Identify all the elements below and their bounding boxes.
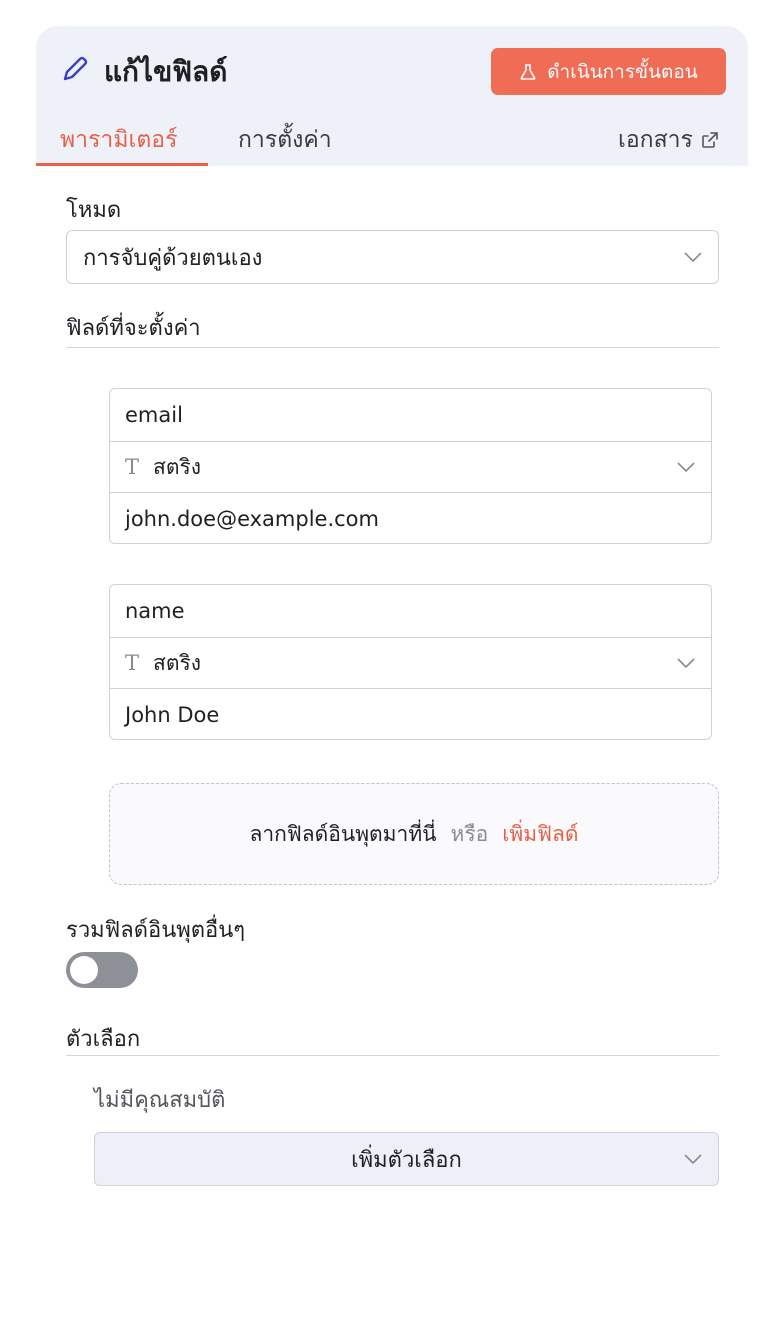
chevron-down-icon <box>677 658 695 668</box>
flask-icon <box>520 63 536 80</box>
execute-step-label: ดำเนินการขั้นตอน <box>547 60 698 83</box>
field-card-email: email T สตริง john.doe@example.com <box>109 388 712 544</box>
dropzone-or: หรือ <box>450 821 489 846</box>
options-label: ตัวเลือก <box>66 1027 141 1052</box>
add-option-select[interactable]: เพิ่มตัวเลือก <box>94 1132 719 1186</box>
text-type-icon: T <box>125 651 140 675</box>
toggle-knob <box>70 956 98 984</box>
add-field-link[interactable]: เพิ่มฟิลด์ <box>502 818 578 851</box>
chevron-down-icon <box>684 252 702 262</box>
execute-step-button[interactable]: ดำเนินการขั้นตอน <box>491 48 726 95</box>
panel-header: แก้ไขฟิลด์ ดำเนินการขั้นตอน พารามิเตอร์ … <box>36 26 748 166</box>
field-type-select[interactable]: T สตริง <box>110 637 711 689</box>
fields-to-set-label: ฟิลด์ที่จะตั้งค่า <box>66 316 201 341</box>
chevron-down-icon <box>684 1154 702 1164</box>
page-title: แก้ไขฟิลด์ <box>104 55 228 88</box>
field-value-input[interactable]: John Doe <box>110 689 711 741</box>
mode-select-value: การจับคู่ด้วยตนเอง <box>83 245 263 271</box>
mode-label: โหมด <box>66 198 122 223</box>
pencil-icon <box>63 56 88 81</box>
tab-docs-label: เอกสาร <box>618 127 693 153</box>
field-name-input[interactable]: name <box>110 585 711 637</box>
external-link-icon <box>702 132 718 148</box>
field-type-value: สตริง <box>153 454 202 479</box>
edit-fields-panel: แก้ไขฟิลด์ ดำเนินการขั้นตอน พารามิเตอร์ … <box>36 26 748 1325</box>
mode-select[interactable]: การจับคู่ด้วยตนเอง <box>66 230 719 284</box>
include-other-fields-toggle[interactable] <box>66 952 138 988</box>
field-dropzone[interactable]: ลากฟิลด์อินพุตมาที่นี่ หรือ เพิ่มฟิลด์ <box>109 783 719 885</box>
add-option-label: เพิ่มตัวเลือก <box>351 1147 462 1173</box>
field-type-select[interactable]: T สตริง <box>110 441 711 493</box>
tab-settings[interactable]: การตั้งค่า <box>238 122 332 158</box>
field-value-input[interactable]: john.doe@example.com <box>110 493 711 545</box>
active-tab-indicator <box>36 163 208 166</box>
options-divider <box>66 1055 719 1056</box>
dropzone-text: ลากฟิลด์อินพุตมาที่นี่ <box>249 821 437 846</box>
fields-divider <box>66 347 719 348</box>
chevron-down-icon <box>677 462 695 472</box>
field-card-name: name T สตริง John Doe <box>109 584 712 740</box>
include-other-fields-label: รวมฟิลด์อินพุตอื่นๆ <box>66 918 246 943</box>
no-properties-text: ไม่มีคุณสมบัติ <box>94 1088 226 1113</box>
field-name-input[interactable]: email <box>110 389 711 441</box>
text-type-icon: T <box>125 455 140 479</box>
field-type-value: สตริง <box>153 650 202 675</box>
tab-docs[interactable]: เอกสาร <box>618 122 719 158</box>
tab-parameters[interactable]: พารามิเตอร์ <box>60 122 177 158</box>
